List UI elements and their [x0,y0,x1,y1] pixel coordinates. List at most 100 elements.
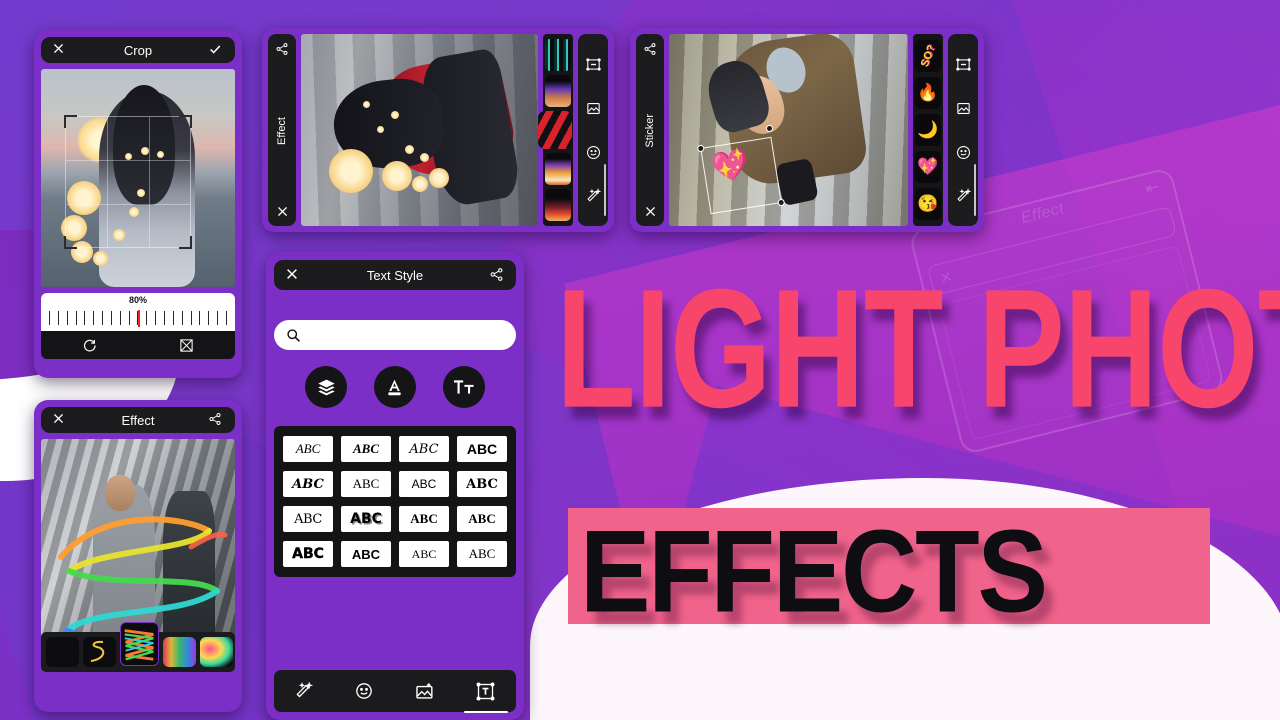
font-style-cell[interactable]: ABC [457,471,507,497]
add-image-icon [414,681,435,702]
font-sample-text: ABC [466,441,498,457]
effect-landscape-preview[interactable] [301,34,538,226]
add-image-icon[interactable] [955,100,972,117]
text-tool[interactable] [463,681,508,713]
magic-wand-icon[interactable] [955,187,972,205]
sticker-thumb-fire[interactable]: 🔥 [915,76,941,109]
close-icon[interactable] [644,205,657,218]
sticker-thumb-kiss-emoji[interactable]: 😘 [915,188,941,221]
filter-thumb-sunset-glow[interactable] [545,153,571,185]
share-icon[interactable] [643,42,657,56]
text-box-icon [475,681,496,702]
font-style-cell[interactable]: ABC [399,541,449,567]
filter-thumb-ember[interactable] [545,189,571,221]
text-style-quick-actions [274,366,516,408]
add-image-icon[interactable] [585,100,602,117]
sticker-thumb-moon-face[interactable]: 🌙 [915,113,941,146]
font-search-bar[interactable] [274,320,516,350]
effect-thumbnail-strip[interactable] [41,622,235,672]
close-icon[interactable] [285,267,301,283]
scroll-indicator[interactable] [974,164,976,216]
font-style-cell[interactable]: ABC [457,506,507,532]
crop-rotation-slider[interactable]: 80% [41,293,235,331]
slider-tick [190,311,192,325]
page-subtitle: EFFECTS [580,506,1048,638]
sticker-thumbnail-column[interactable]: SO? 🔥 🌙 💖 😘 [913,34,943,226]
font-style-cell[interactable]: ABC [399,506,449,532]
expand-icon[interactable] [179,338,194,353]
font-style-cell[interactable]: ABC [341,541,391,567]
font-style-cell[interactable]: ABC [283,471,333,497]
rotate-icon[interactable] [82,338,97,353]
slider-tick [102,311,104,325]
filter-thumb-purple-leak[interactable] [545,75,571,107]
share-icon[interactable] [489,267,505,283]
smiley-icon[interactable] [955,144,972,161]
crop-preview-image[interactable] [41,69,235,287]
sticker-thumb-pink-heart-glyph: 💖 [917,157,939,177]
filter-thumb-red-stripes[interactable] [537,111,572,149]
font-sample-text: ABC [352,441,379,456]
crop-handle-top-left[interactable] [64,115,77,128]
text-size-icon [453,377,475,397]
search-input[interactable] [309,328,504,342]
font-style-cell[interactable]: ABC [457,436,507,462]
font-style-cell[interactable]: ABC [399,471,449,497]
font-style-cell[interactable]: ABC [341,436,391,462]
font-style-button[interactable] [373,366,416,408]
font-sample-text: ABC [295,441,321,456]
close-icon[interactable] [52,412,68,428]
effect-filter-thumbnails[interactable] [537,34,573,226]
crop-handle-bottom-left[interactable] [64,236,77,249]
smiley-icon[interactable] [585,144,602,161]
font-style-cell[interactable]: ABC [283,541,333,567]
effect-thumb-rainbow-smear[interactable] [200,637,233,667]
text-size-button[interactable] [442,366,485,408]
sticker-landscape-preview[interactable]: 💖 [669,34,908,226]
sticker-thumb-moon-face-glyph: 🌙 [917,119,939,139]
font-style-cell[interactable]: ABC [283,436,333,462]
font-sample-text: ABC [351,546,381,562]
effect-thumb-golden-streaks[interactable] [46,637,79,667]
canvas-heart-sticker[interactable]: 💖 [709,146,752,187]
font-style-cell[interactable]: ABC [341,471,391,497]
close-icon[interactable] [52,42,68,58]
slider-tick [225,311,227,325]
share-icon[interactable] [275,42,289,56]
layers-button[interactable] [305,366,348,408]
font-style-cell[interactable]: ABC [283,506,333,532]
sticker-thumb-pink-heart[interactable]: 💖 [915,151,941,184]
sticker-thumb-kiss-emoji-glyph: 😘 [917,194,939,214]
filter-thumb-teal-bars[interactable] [545,39,571,71]
effect-thumb-rainbow-zigzag[interactable] [120,622,159,666]
text-box-icon[interactable] [585,56,602,73]
bokeh-light [93,251,108,266]
font-style-cell[interactable]: ABC [399,436,449,462]
effect-thumb-gold-swirl[interactable] [83,637,116,667]
magic-wand-tool[interactable] [294,681,314,701]
magic-wand-icon [294,681,314,701]
sticker-thumb-so-text[interactable]: SO? [915,39,941,72]
crop-slider-knob[interactable] [138,310,140,327]
sticker-handle-top-left[interactable] [696,143,705,152]
text-box-icon[interactable] [955,56,972,73]
font-style-cell[interactable]: ABC [457,541,507,567]
crop-handle-top-right[interactable] [179,115,192,128]
sticker-handle-bottom-right[interactable] [776,198,785,207]
close-icon[interactable] [276,205,289,218]
slider-tick [84,311,86,325]
font-style-cell[interactable]: ABC [341,506,391,532]
effect-thumb-rainbow-burst[interactable] [163,637,196,667]
crop-grid-overlay[interactable] [64,115,192,249]
slider-tick [75,311,77,325]
crop-handle-bottom-right[interactable] [179,236,192,249]
magic-wand-icon[interactable] [585,187,602,205]
check-icon[interactable] [208,42,224,58]
sticker-tool[interactable] [354,681,374,701]
slider-tick [155,311,157,325]
add-image-tool[interactable] [414,681,435,702]
sticker-rotate-handle[interactable] [765,124,774,133]
slider-tick [199,311,201,325]
share-icon[interactable] [208,412,224,428]
scroll-indicator[interactable] [604,164,606,216]
